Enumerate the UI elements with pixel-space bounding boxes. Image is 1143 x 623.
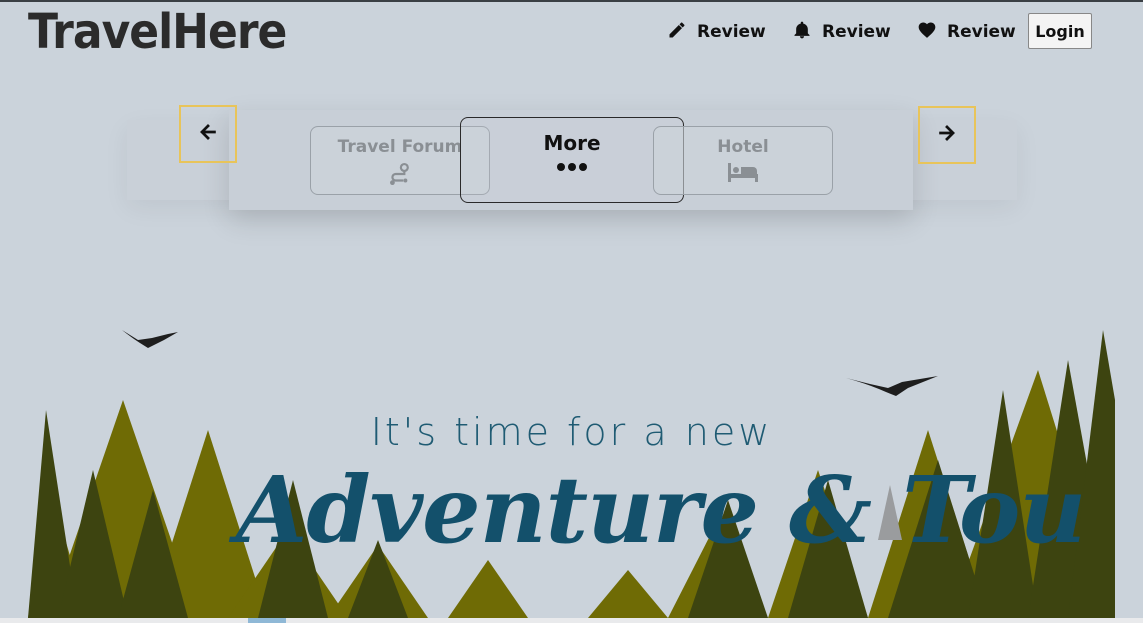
- bed-icon: [727, 161, 759, 187]
- nav-review-label: Review: [822, 22, 891, 42]
- hero-tagline: It's time for a new: [370, 410, 773, 454]
- bell-icon: [792, 20, 812, 45]
- route-icon: [387, 161, 413, 191]
- bird-icon: [846, 376, 938, 396]
- card-label: More: [543, 131, 601, 155]
- nav-review-bell[interactable]: Review: [792, 20, 891, 44]
- heart-icon: [917, 20, 937, 45]
- nav-review-label: Review: [947, 22, 1016, 42]
- carousel-card-more[interactable]: More: [460, 117, 684, 203]
- arrow-right-icon: [936, 122, 958, 148]
- carousel-card-hotel[interactable]: Hotel: [653, 126, 833, 195]
- site-logo[interactable]: TravelHere: [28, 4, 287, 60]
- bottom-indicator: [248, 618, 286, 623]
- bottom-scroll-strip: [0, 618, 1143, 623]
- arrow-left-icon: [197, 121, 219, 147]
- pencil-icon: [667, 20, 687, 45]
- nav-review-pencil[interactable]: Review: [667, 20, 766, 44]
- bird-icon: [122, 330, 178, 348]
- top-border: [0, 0, 1143, 2]
- hero-headline: Adventure & Tou: [236, 456, 1086, 564]
- card-label: Hotel: [717, 137, 769, 157]
- carousel-prev-button[interactable]: [179, 105, 237, 163]
- carousel-next-button[interactable]: [918, 106, 976, 164]
- login-button[interactable]: Login: [1028, 13, 1092, 49]
- ellipsis-icon: [556, 159, 588, 179]
- card-label: Travel Forum: [337, 137, 463, 157]
- nav-review-label: Review: [697, 22, 766, 42]
- nav-review-heart[interactable]: Review: [917, 20, 1016, 44]
